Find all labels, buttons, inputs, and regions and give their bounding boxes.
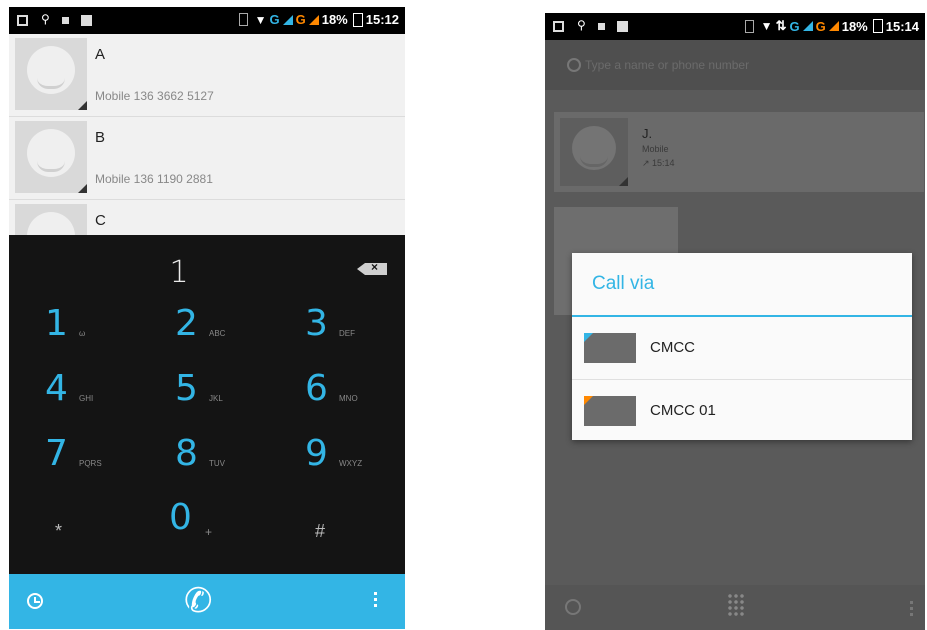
- clock: 15:12: [365, 12, 399, 27]
- signal-icon-1: [802, 21, 813, 31]
- vibrate-icon: [238, 13, 248, 26]
- recent-contact-name: J.: [642, 126, 653, 141]
- battery-icon: [872, 19, 883, 33]
- dialer-screen: ⚲ ▼ G G 18% 15:12 A Mobile 136 3662 5127…: [9, 7, 405, 629]
- key-star[interactable]: *: [9, 507, 139, 563]
- battery-icon: [352, 12, 363, 27]
- recent-call-card[interactable]: J. Mobile ↗ 15:14: [554, 112, 924, 192]
- notification-square-icon: [617, 21, 628, 32]
- dialpad-icon[interactable]: [727, 593, 745, 617]
- battery-percent: 18%: [841, 18, 868, 34]
- wifi-icon: ▼: [254, 12, 267, 27]
- avatar[interactable]: [15, 38, 87, 110]
- vibrate-icon: [744, 19, 754, 33]
- call-history-icon[interactable]: [27, 593, 43, 609]
- key-5[interactable]: 5 JKL: [139, 368, 269, 424]
- contact-item[interactable]: A Mobile 136 3662 5127: [9, 34, 405, 117]
- avatar[interactable]: [15, 121, 87, 193]
- network-type-2: G: [295, 12, 306, 27]
- key-1[interactable]: 1ω: [9, 303, 139, 359]
- key-9[interactable]: 9 WXYZ: [269, 433, 399, 489]
- battery-percent: 18%: [321, 12, 348, 27]
- call-history-icon[interactable]: [565, 599, 581, 615]
- notification-dot-icon: [598, 23, 605, 30]
- notification-square-icon: [81, 15, 92, 26]
- avatar: [560, 118, 628, 186]
- network-type-1: G: [789, 18, 800, 34]
- signal-icon-1: [282, 14, 293, 25]
- key-6[interactable]: 6 MNO: [269, 368, 399, 424]
- dialpad: 1 × 1ω 2 ABC 3 DEF 4 GHI 5 JKL 6 MNO 7 PQRS 8T…: [9, 235, 405, 574]
- contact-name: C: [95, 212, 106, 229]
- sim-card-icon: [584, 333, 636, 363]
- call-button-icon[interactable]: ✆: [184, 582, 213, 620]
- key-hash[interactable]: #: [269, 507, 399, 563]
- usb-icon: ⚲: [41, 12, 50, 26]
- data-transfer-icon: ⇅: [775, 18, 787, 33]
- backspace-icon[interactable]: ×: [357, 260, 387, 275]
- dialed-digits[interactable]: 1: [9, 255, 349, 290]
- dialog-title: Call via: [592, 273, 655, 294]
- sim-option-cmcc-01[interactable]: CMCC 01: [572, 379, 912, 442]
- sim-label: CMCC: [650, 339, 695, 356]
- network-type-2: G: [815, 18, 826, 34]
- call-via-screen: ⚲ ▼ ⇅ G G 18% 15:14 Type a name or phone…: [545, 13, 925, 630]
- usb-icon: ⚲: [577, 18, 586, 32]
- signal-icon-2: [308, 14, 319, 25]
- wifi-icon: ▼: [760, 19, 773, 33]
- key-7[interactable]: 7 PQRS: [9, 433, 139, 489]
- contact-phone: Mobile 136 3662 5127: [95, 89, 214, 103]
- contact-name: B: [95, 129, 106, 146]
- image-notification-icon: [17, 15, 28, 26]
- clock: 15:14: [885, 18, 919, 34]
- call-via-dialog: Call via CMCC CMCC 01: [572, 253, 912, 440]
- sim-card-icon: [584, 396, 636, 426]
- key-3[interactable]: 3 DEF: [269, 303, 399, 359]
- sim-option-cmcc[interactable]: CMCC: [572, 317, 912, 379]
- key-0[interactable]: 0 +: [139, 497, 269, 553]
- signal-icon-2: [828, 21, 839, 31]
- bottom-action-bar: [545, 585, 925, 630]
- dialer-action-bar: ✆: [9, 574, 405, 629]
- key-8[interactable]: 8 TUV: [139, 433, 269, 489]
- sim-label: CMCC 01: [650, 402, 716, 419]
- contact-phone: Mobile 136 1190 2881: [95, 172, 213, 186]
- status-bar: ⚲ ▼ ⇅ G G 18% 15:14: [545, 13, 925, 40]
- key-2[interactable]: 2 ABC: [139, 303, 269, 359]
- notification-dot-icon: [62, 17, 69, 24]
- overflow-menu-icon[interactable]: [910, 601, 913, 604]
- image-notification-icon: [553, 21, 564, 32]
- contact-name: A: [95, 46, 106, 63]
- network-type-1: G: [269, 12, 280, 27]
- search-icon: [567, 58, 581, 72]
- recent-call-type: Mobile: [642, 144, 669, 154]
- overflow-menu-icon[interactable]: [374, 592, 377, 595]
- recent-call-time: ↗ 15:14: [642, 158, 675, 168]
- search-bar[interactable]: Type a name or phone number: [545, 40, 925, 90]
- status-bar: ⚲ ▼ G G 18% 15:12: [9, 7, 405, 34]
- contact-item[interactable]: B Mobile 136 1190 2881: [9, 117, 405, 200]
- search-input[interactable]: Type a name or phone number: [585, 58, 749, 72]
- key-4[interactable]: 4 GHI: [9, 368, 139, 424]
